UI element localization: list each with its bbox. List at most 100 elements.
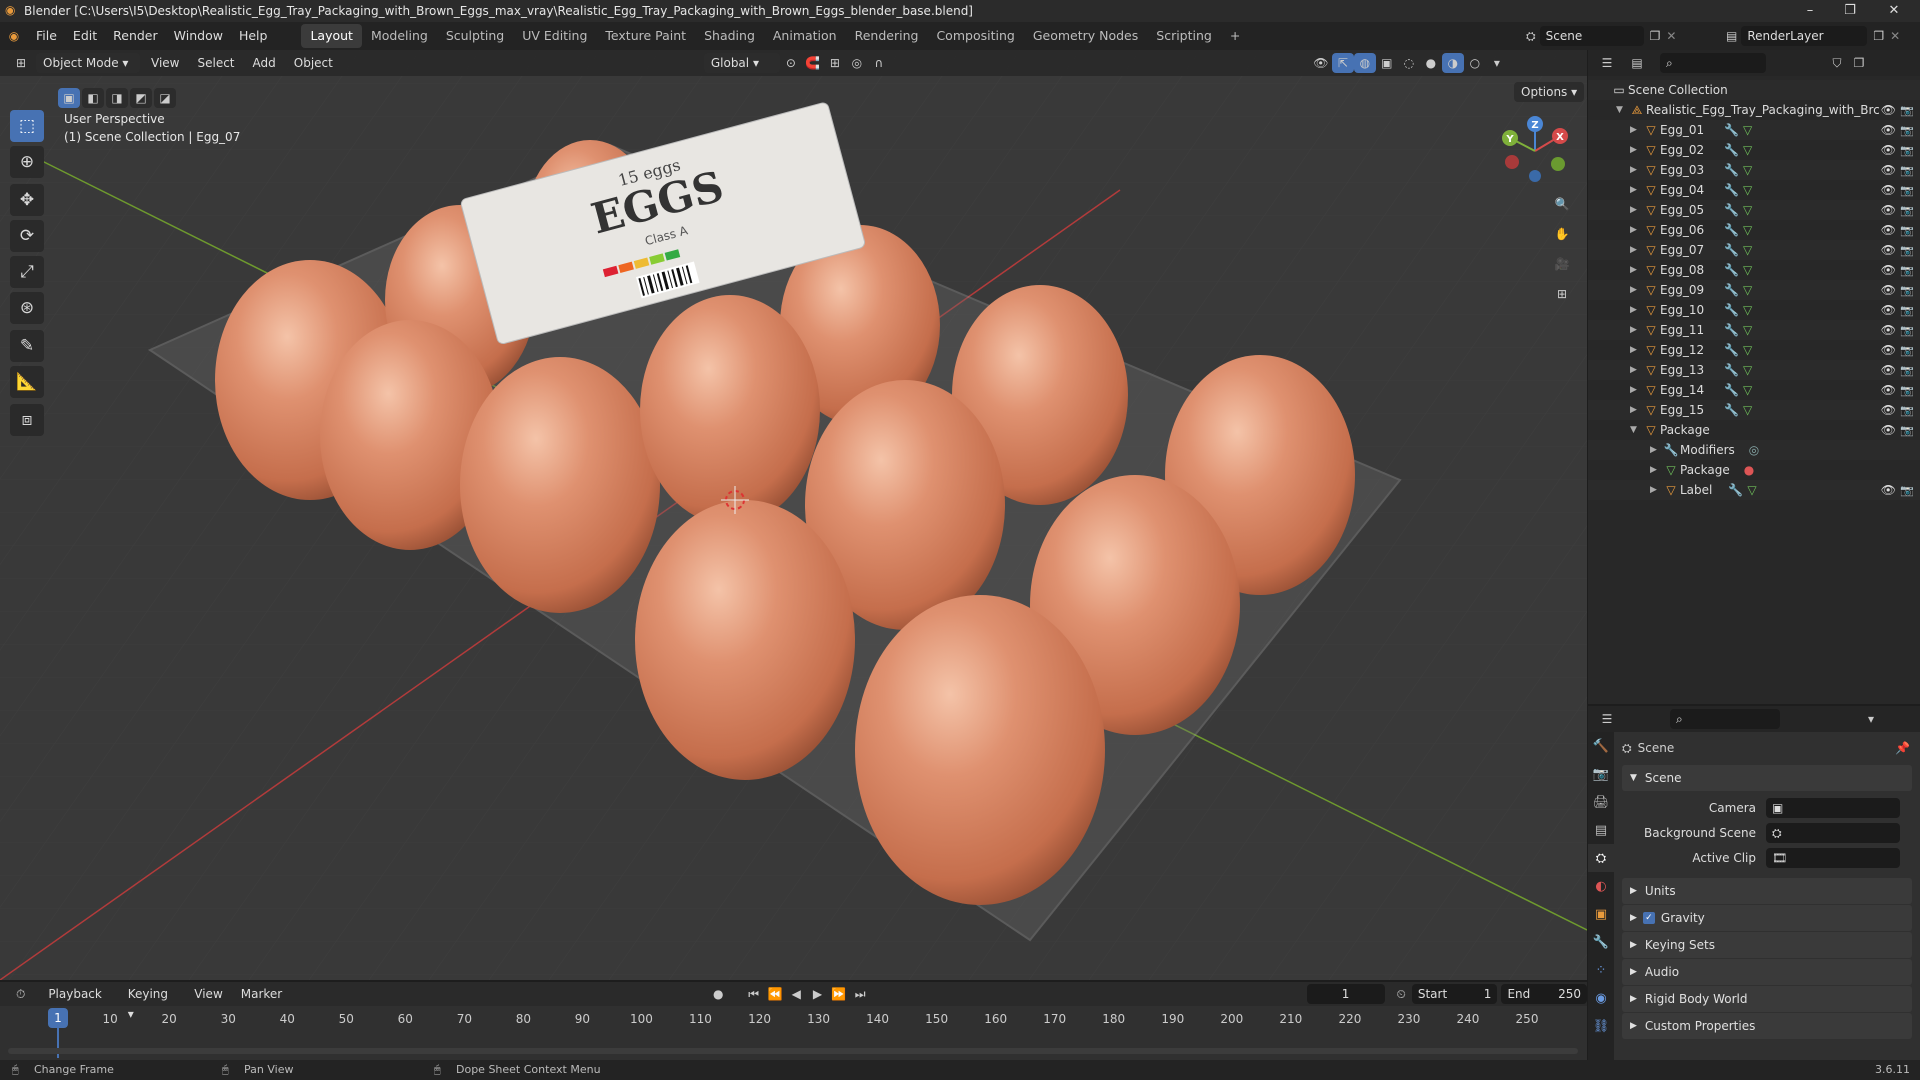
tree-row-package[interactable]: ▼ ▽ Package 👁 📷: [1588, 420, 1920, 440]
panel-header-audio[interactable]: ▶ Audio: [1622, 959, 1912, 985]
viewport-scene[interactable]: EGGS 15 eggs Class A: [0, 50, 1587, 980]
expand-icon[interactable]: ▶: [1630, 285, 1642, 295]
select-new-icon[interactable]: ▣: [58, 88, 80, 108]
tree-row-package-mesh[interactable]: ▶ ▽ Package ●: [1588, 460, 1920, 480]
tab-modeling[interactable]: Modeling: [362, 24, 437, 48]
jump-next-key-icon[interactable]: ⏩: [828, 984, 849, 1004]
expand-icon[interactable]: ▶: [1630, 345, 1642, 355]
transform-orientation-dropdown[interactable]: Global ▾: [703, 53, 780, 73]
panel-header-keying-sets[interactable]: ▶ Keying Sets: [1622, 932, 1912, 958]
overlay-toggle-icon[interactable]: ◍: [1353, 53, 1376, 73]
tool-tab-icon[interactable]: 🔨: [1588, 732, 1614, 760]
measure-tool-icon[interactable]: 📐: [10, 366, 44, 398]
annotate-tool-icon[interactable]: ✎: [10, 330, 44, 362]
tab-texture-paint[interactable]: Texture Paint: [596, 24, 695, 48]
tree-row-egg[interactable]: ▶ ▽ Egg_02 🔧 ▽ 👁 📷: [1588, 140, 1920, 160]
rotate-tool-icon[interactable]: ⟳: [10, 220, 44, 252]
viewlayer-selector[interactable]: ▤ RenderLayer ❐ ✕: [1726, 26, 1900, 46]
tree-row-egg[interactable]: ▶ ▽ Egg_06 🔧 ▽ 👁 📷: [1588, 220, 1920, 240]
expand-icon[interactable]: ▶: [1650, 445, 1662, 455]
menu-add[interactable]: Add: [246, 53, 283, 73]
menu-render[interactable]: Render: [105, 22, 166, 50]
expand-icon[interactable]: ▶: [1630, 265, 1642, 275]
minimize-icon[interactable]: –: [1790, 0, 1830, 22]
rendered-shading-icon[interactable]: ○: [1464, 53, 1486, 73]
tree-row-egg[interactable]: ▶ ▽ Egg_13 🔧 ▽ 👁 📷: [1588, 360, 1920, 380]
render-camera-icon[interactable]: 📷: [1900, 164, 1914, 177]
editor-type-icon[interactable]: ⊞: [10, 53, 32, 73]
expand-icon[interactable]: ▶: [1630, 225, 1642, 235]
material-shading-icon[interactable]: ◑: [1441, 53, 1464, 73]
navigation-gizmo[interactable]: Z X Y: [1500, 116, 1570, 186]
tree-row-egg[interactable]: ▶ ▽ Egg_14 🔧 ▽ 👁 📷: [1588, 380, 1920, 400]
active-clip-field[interactable]: 🎞: [1766, 848, 1900, 868]
render-camera-icon[interactable]: 📷: [1900, 244, 1914, 257]
end-frame-field[interactable]: End 250: [1501, 984, 1588, 1004]
tree-row-egg[interactable]: ▶ ▽ Egg_07 🔧 ▽ 👁 📷: [1588, 240, 1920, 260]
tab-sculpting[interactable]: Sculpting: [437, 24, 513, 48]
tree-row-egg[interactable]: ▶ ▽ Egg_12 🔧 ▽ 👁 📷: [1588, 340, 1920, 360]
start-frame-field[interactable]: Start 1: [1411, 984, 1498, 1004]
visibility-eye-icon[interactable]: 👁: [1881, 123, 1896, 137]
expand-icon[interactable]: ▶: [1630, 405, 1642, 415]
play-reverse-icon[interactable]: ◀: [786, 984, 807, 1004]
tree-row-collection[interactable]: ▼ ⟁ Realistic_Egg_Tray_Packaging_with_Br…: [1588, 100, 1920, 120]
delete-scene-icon[interactable]: ✕: [1666, 29, 1676, 43]
select-intersect-icon[interactable]: ◪: [154, 88, 176, 108]
viewlayer-field[interactable]: RenderLayer: [1741, 26, 1868, 46]
record-icon[interactable]: ●: [708, 984, 729, 1004]
tree-row-egg[interactable]: ▶ ▽ Egg_08 🔧 ▽ 👁 📷: [1588, 260, 1920, 280]
render-camera-icon[interactable]: 📷: [1900, 204, 1914, 217]
xray-icon[interactable]: ▣: [1376, 53, 1398, 73]
snap-icon[interactable]: 🧲: [802, 53, 824, 73]
visibility-eye-icon[interactable]: 👁: [1881, 183, 1896, 197]
expand-icon[interactable]: ▶: [1630, 325, 1642, 335]
render-camera-icon[interactable]: 📷: [1900, 224, 1914, 237]
tree-row-egg[interactable]: ▶ ▽ Egg_09 🔧 ▽ 👁 📷: [1588, 280, 1920, 300]
render-camera-icon[interactable]: 📷: [1900, 324, 1914, 337]
expand-icon[interactable]: ▶: [1630, 145, 1642, 155]
pivot-point-icon[interactable]: ⊙: [780, 53, 802, 73]
tab-compositing[interactable]: Compositing: [927, 24, 1023, 48]
shading-options-icon[interactable]: ▾: [1486, 53, 1508, 73]
menu-select[interactable]: Select: [190, 53, 241, 73]
expand-icon[interactable]: ▶: [1630, 125, 1642, 135]
maximize-icon[interactable]: ❐: [1830, 0, 1870, 22]
pin-icon[interactable]: 📌: [1895, 741, 1910, 755]
render-camera-icon[interactable]: 📷: [1900, 404, 1914, 417]
filter-icon[interactable]: ⛉: [1826, 53, 1848, 73]
expand-icon[interactable]: ▶: [1630, 205, 1642, 215]
egg-mesh[interactable]: [640, 295, 820, 525]
camera-view-icon[interactable]: 🎥: [1550, 252, 1574, 276]
timeline[interactable]: ⏱ Playback ▾ Keying ▾ View Marker ● ⏮ ⏪ …: [0, 982, 1588, 1060]
render-camera-icon[interactable]: 📷: [1900, 264, 1914, 277]
pan-hand-icon[interactable]: ✋: [1550, 222, 1574, 246]
tree-row-egg[interactable]: ▶ ▽ Egg_01 🔧 ▽ 👁 📷: [1588, 120, 1920, 140]
render-camera-icon[interactable]: 📷: [1900, 144, 1914, 157]
visibility-eye-icon[interactable]: 👁: [1881, 303, 1896, 317]
current-frame-field[interactable]: 1: [1306, 984, 1385, 1004]
panel-header-scene[interactable]: ▼ Scene: [1622, 765, 1912, 791]
outliner[interactable]: ☰ ▤ ⌕ ⛉ ❐ ▭ Scene Collection ▼ ⟁ Realist…: [1588, 50, 1920, 704]
visibility-eye-icon[interactable]: 👁: [1881, 163, 1896, 177]
transform-tool-icon[interactable]: ⊛: [10, 292, 44, 324]
play-icon[interactable]: ▶: [807, 984, 828, 1004]
visibility-eye-icon[interactable]: 👁: [1881, 223, 1896, 237]
panel-header-gravity[interactable]: ▶ ✓ Gravity: [1622, 905, 1912, 931]
visibility-eye-icon[interactable]: 👁: [1881, 323, 1896, 337]
close-icon[interactable]: ✕: [1874, 0, 1914, 22]
tree-row-egg[interactable]: ▶ ▽ Egg_05 🔧 ▽ 👁 📷: [1588, 200, 1920, 220]
camera-field[interactable]: ▣: [1766, 798, 1900, 818]
visibility-eye-icon[interactable]: 👁: [1881, 203, 1896, 217]
render-camera-icon[interactable]: 📷: [1900, 184, 1914, 197]
menu-window[interactable]: Window: [166, 22, 231, 50]
egg-mesh[interactable]: [855, 595, 1105, 905]
new-scene-icon[interactable]: ❐: [1650, 29, 1661, 43]
render-camera-icon[interactable]: 📷: [1900, 284, 1914, 297]
render-camera-icon[interactable]: 📷: [1900, 424, 1914, 437]
scene-field[interactable]: Scene: [1539, 26, 1644, 46]
background-scene-field[interactable]: ⛭: [1766, 823, 1900, 843]
visibility-eye-icon[interactable]: 👁: [1881, 143, 1896, 157]
properties-options-icon[interactable]: ▾: [1860, 709, 1882, 729]
tab-animation[interactable]: Animation: [764, 24, 846, 48]
